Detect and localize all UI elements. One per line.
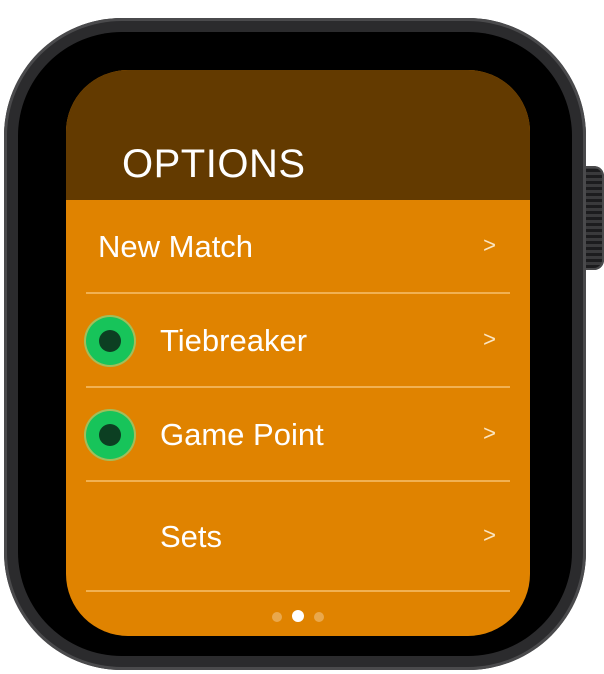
menu-item-label: New Match bbox=[98, 229, 254, 264]
menu-item-label: Sets bbox=[160, 519, 223, 554]
chevron-right-icon: > bbox=[483, 232, 496, 258]
divider bbox=[86, 590, 510, 592]
toggle-dot-icon[interactable] bbox=[86, 411, 134, 459]
page-dot-active bbox=[292, 610, 304, 622]
chevron-right-icon: > bbox=[483, 326, 496, 352]
menu-item-tiebreaker[interactable]: Tiebreaker > bbox=[86, 294, 510, 388]
page-title: OPTIONS bbox=[122, 142, 306, 186]
page-indicator bbox=[66, 610, 530, 622]
header-bar: OPTIONS bbox=[66, 70, 530, 200]
page-dot bbox=[314, 612, 324, 622]
watch-screen: OPTIONS New Match > Tiebreaker > Game Po… bbox=[66, 70, 530, 636]
menu-item-sets[interactable]: Sets > bbox=[86, 482, 510, 592]
chevron-right-icon: > bbox=[483, 420, 496, 446]
menu-item-label: Tiebreaker bbox=[160, 323, 308, 358]
menu-item-label: Game Point bbox=[160, 417, 324, 452]
watch-stage: OPTIONS New Match > Tiebreaker > Game Po… bbox=[0, 0, 604, 674]
toggle-dot-icon[interactable] bbox=[86, 317, 134, 365]
chevron-right-icon: > bbox=[483, 522, 496, 548]
menu-item-new-match[interactable]: New Match > bbox=[86, 200, 510, 294]
menu-item-game-point[interactable]: Game Point > bbox=[86, 388, 510, 482]
page-dot bbox=[272, 612, 282, 622]
